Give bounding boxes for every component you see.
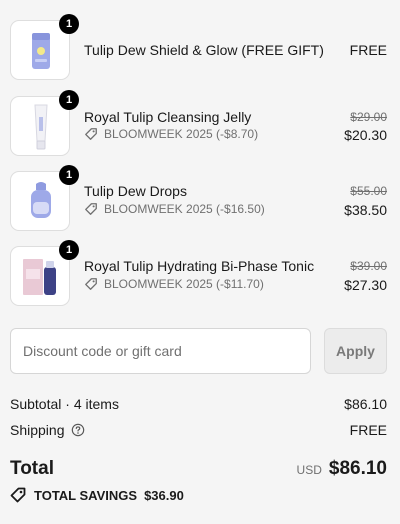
- discount-form: Apply: [10, 328, 387, 374]
- quantity-badge: 1: [59, 240, 79, 260]
- discount-code-label: BLOOMWEEK 2025 (-$11.70): [104, 277, 264, 291]
- product-thumbnail: 1: [10, 90, 79, 156]
- tag-icon: [85, 203, 97, 215]
- product-price: $20.30: [344, 127, 387, 143]
- quantity-badge: 1: [59, 165, 79, 185]
- shipping-value: FREE: [349, 422, 387, 438]
- product-name: Tulip Dew Shield & Glow (FREE GIFT): [84, 42, 324, 58]
- product-price: $38.50: [344, 202, 387, 218]
- subtotal-value: $86.10: [344, 396, 387, 412]
- discount-code-tag: BLOOMWEEK 2025 (-$16.50): [84, 202, 265, 216]
- original-price: $29.00: [350, 110, 387, 124]
- original-price: $39.00: [350, 259, 387, 273]
- quantity-badge: 1: [59, 90, 79, 110]
- shipping-row: Shipping FREE: [10, 422, 387, 438]
- product-name: Tulip Dew Drops: [84, 183, 187, 199]
- savings-value: $36.90: [144, 487, 184, 503]
- discount-code-label: BLOOMWEEK 2025 (-$16.50): [104, 202, 265, 216]
- quantity-badge: 1: [59, 14, 79, 34]
- product-name: Royal Tulip Cleansing Jelly: [84, 109, 252, 125]
- line-item: 1 Royal Tulip Cleansing Jelly BLOOMWEEK …: [10, 90, 390, 156]
- savings-label: TOTAL SAVINGS: [34, 487, 138, 503]
- total-label: Total: [10, 458, 54, 479]
- currency-code: USD: [296, 463, 322, 477]
- product-name: Royal Tulip Hydrating Bi-Phase Tonic: [84, 258, 315, 274]
- subtotal-label: Subtotal · 4 items: [10, 396, 119, 412]
- total-row: Total USD $86.10: [10, 458, 387, 482]
- tag-icon: [85, 278, 97, 290]
- discount-code-tag: BLOOMWEEK 2025 (-$8.70): [84, 127, 258, 141]
- discount-code-input[interactable]: [10, 328, 311, 374]
- tag-icon: [85, 128, 97, 140]
- product-thumbnail: 1: [10, 14, 79, 80]
- line-item: 1 Royal Tulip Hydrating Bi-Phase Tonic B…: [10, 240, 390, 306]
- product-thumbnail: 1: [10, 240, 79, 306]
- product-price: $27.30: [344, 277, 387, 293]
- product-thumbnail: 1: [10, 165, 79, 231]
- total-value: $86.10: [328, 458, 387, 479]
- line-item: 1 Tulip Dew Shield & Glow (FREE GIFT) FR…: [10, 14, 390, 80]
- total-savings: TOTAL SAVINGS $36.90: [10, 487, 184, 503]
- subtotal-row: Subtotal · 4 items $86.10: [10, 396, 387, 412]
- tag-icon: [10, 487, 26, 503]
- product-price: FREE: [349, 42, 387, 58]
- help-icon[interactable]: [71, 423, 85, 437]
- discount-code-label: BLOOMWEEK 2025 (-$8.70): [104, 127, 259, 141]
- shipping-label: Shipping: [10, 422, 65, 438]
- original-price: $55.00: [350, 184, 387, 198]
- line-item: 1 Tulip Dew Drops BLOOMWEEK 2025 (-$16.5…: [10, 165, 390, 231]
- discount-code-tag: BLOOMWEEK 2025 (-$11.70): [84, 277, 264, 291]
- apply-button[interactable]: Apply: [324, 328, 387, 374]
